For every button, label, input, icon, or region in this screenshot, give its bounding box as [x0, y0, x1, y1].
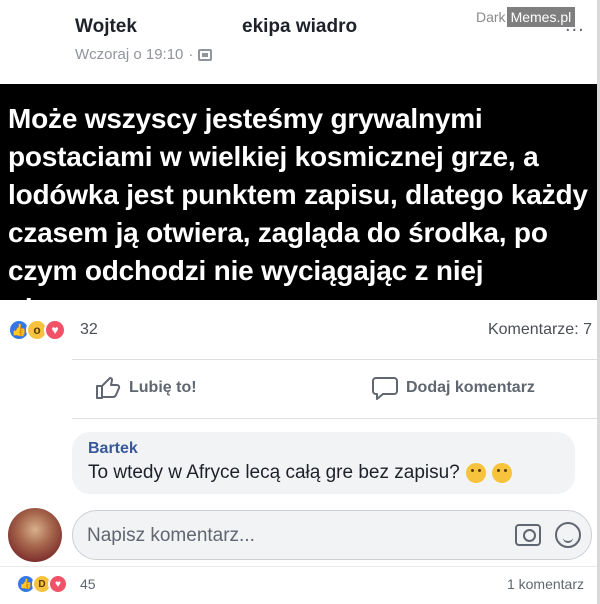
- comments-count[interactable]: Komentarze: 7: [488, 321, 592, 339]
- divider: [72, 418, 597, 419]
- footer-bar: 👍 D ♥ 45 1 komentarz: [0, 566, 600, 604]
- footer-reaction-icons[interactable]: 👍 D ♥: [16, 574, 68, 594]
- comment-text: To wtedy w Afryce lecą całą gre bez zapi…: [88, 462, 460, 483]
- speech-bubble-icon: [372, 377, 398, 400]
- thumbs-up-icon: [96, 377, 121, 399]
- camera-icon[interactable]: [515, 524, 541, 546]
- like-button[interactable]: Lubię to!: [95, 376, 197, 400]
- footer-comments-count[interactable]: 1 komentarz: [507, 576, 584, 592]
- thinking-face-icon: [465, 463, 486, 483]
- action-bar: Lubię to! Dodaj komentarz: [0, 368, 600, 412]
- comment-button[interactable]: Dodaj komentarz: [372, 376, 535, 400]
- comment: Bartek To wtedy w Afryce lecą całą gre b…: [72, 432, 575, 494]
- post-timestamp[interactable]: Wczoraj o 19:10: [75, 46, 183, 63]
- watermark-part2: Memes.pl: [506, 7, 576, 27]
- post-group[interactable]: ekipa wiadro: [242, 16, 357, 38]
- post-image-text: Może wszyscy jesteśmy grywalnymi postaci…: [8, 103, 588, 324]
- avatar[interactable]: [8, 508, 62, 562]
- watermark-part1: Dark: [476, 9, 506, 25]
- post-meta: Wczoraj o 19:10 ·: [75, 46, 213, 63]
- footer-reaction-count[interactable]: 45: [80, 576, 96, 592]
- photo-icon: [198, 48, 213, 61]
- emoji-icon[interactable]: [555, 522, 581, 548]
- comment-composer[interactable]: [72, 510, 592, 560]
- love-icon: ♥: [44, 319, 66, 341]
- reaction-count[interactable]: 32: [80, 321, 98, 339]
- reaction-icons[interactable]: 👍 o ♥: [8, 319, 66, 341]
- author-redaction: [142, 20, 234, 36]
- post-author[interactable]: Wojtek: [75, 16, 137, 38]
- watermark: Dark Memes.pl: [476, 6, 576, 28]
- comment-author[interactable]: Bartek: [88, 440, 559, 458]
- comment-author-redaction: [210, 438, 290, 452]
- like-label: Lubię to!: [129, 379, 197, 396]
- grimace-face-icon: [491, 463, 512, 483]
- comment-label: Dodaj komentarz: [406, 379, 535, 396]
- post-image[interactable]: Może wszyscy jesteśmy grywalnymi postaci…: [0, 84, 600, 324]
- love-icon: ♥: [48, 574, 68, 594]
- comment-text-row: To wtedy w Afryce lecą całą gre bez zapi…: [88, 462, 559, 484]
- comment-input[interactable]: [87, 523, 487, 549]
- divider: [72, 359, 597, 360]
- reactions-bar[interactable]: 👍 o ♥ 32 Komentarze: 7: [0, 310, 600, 350]
